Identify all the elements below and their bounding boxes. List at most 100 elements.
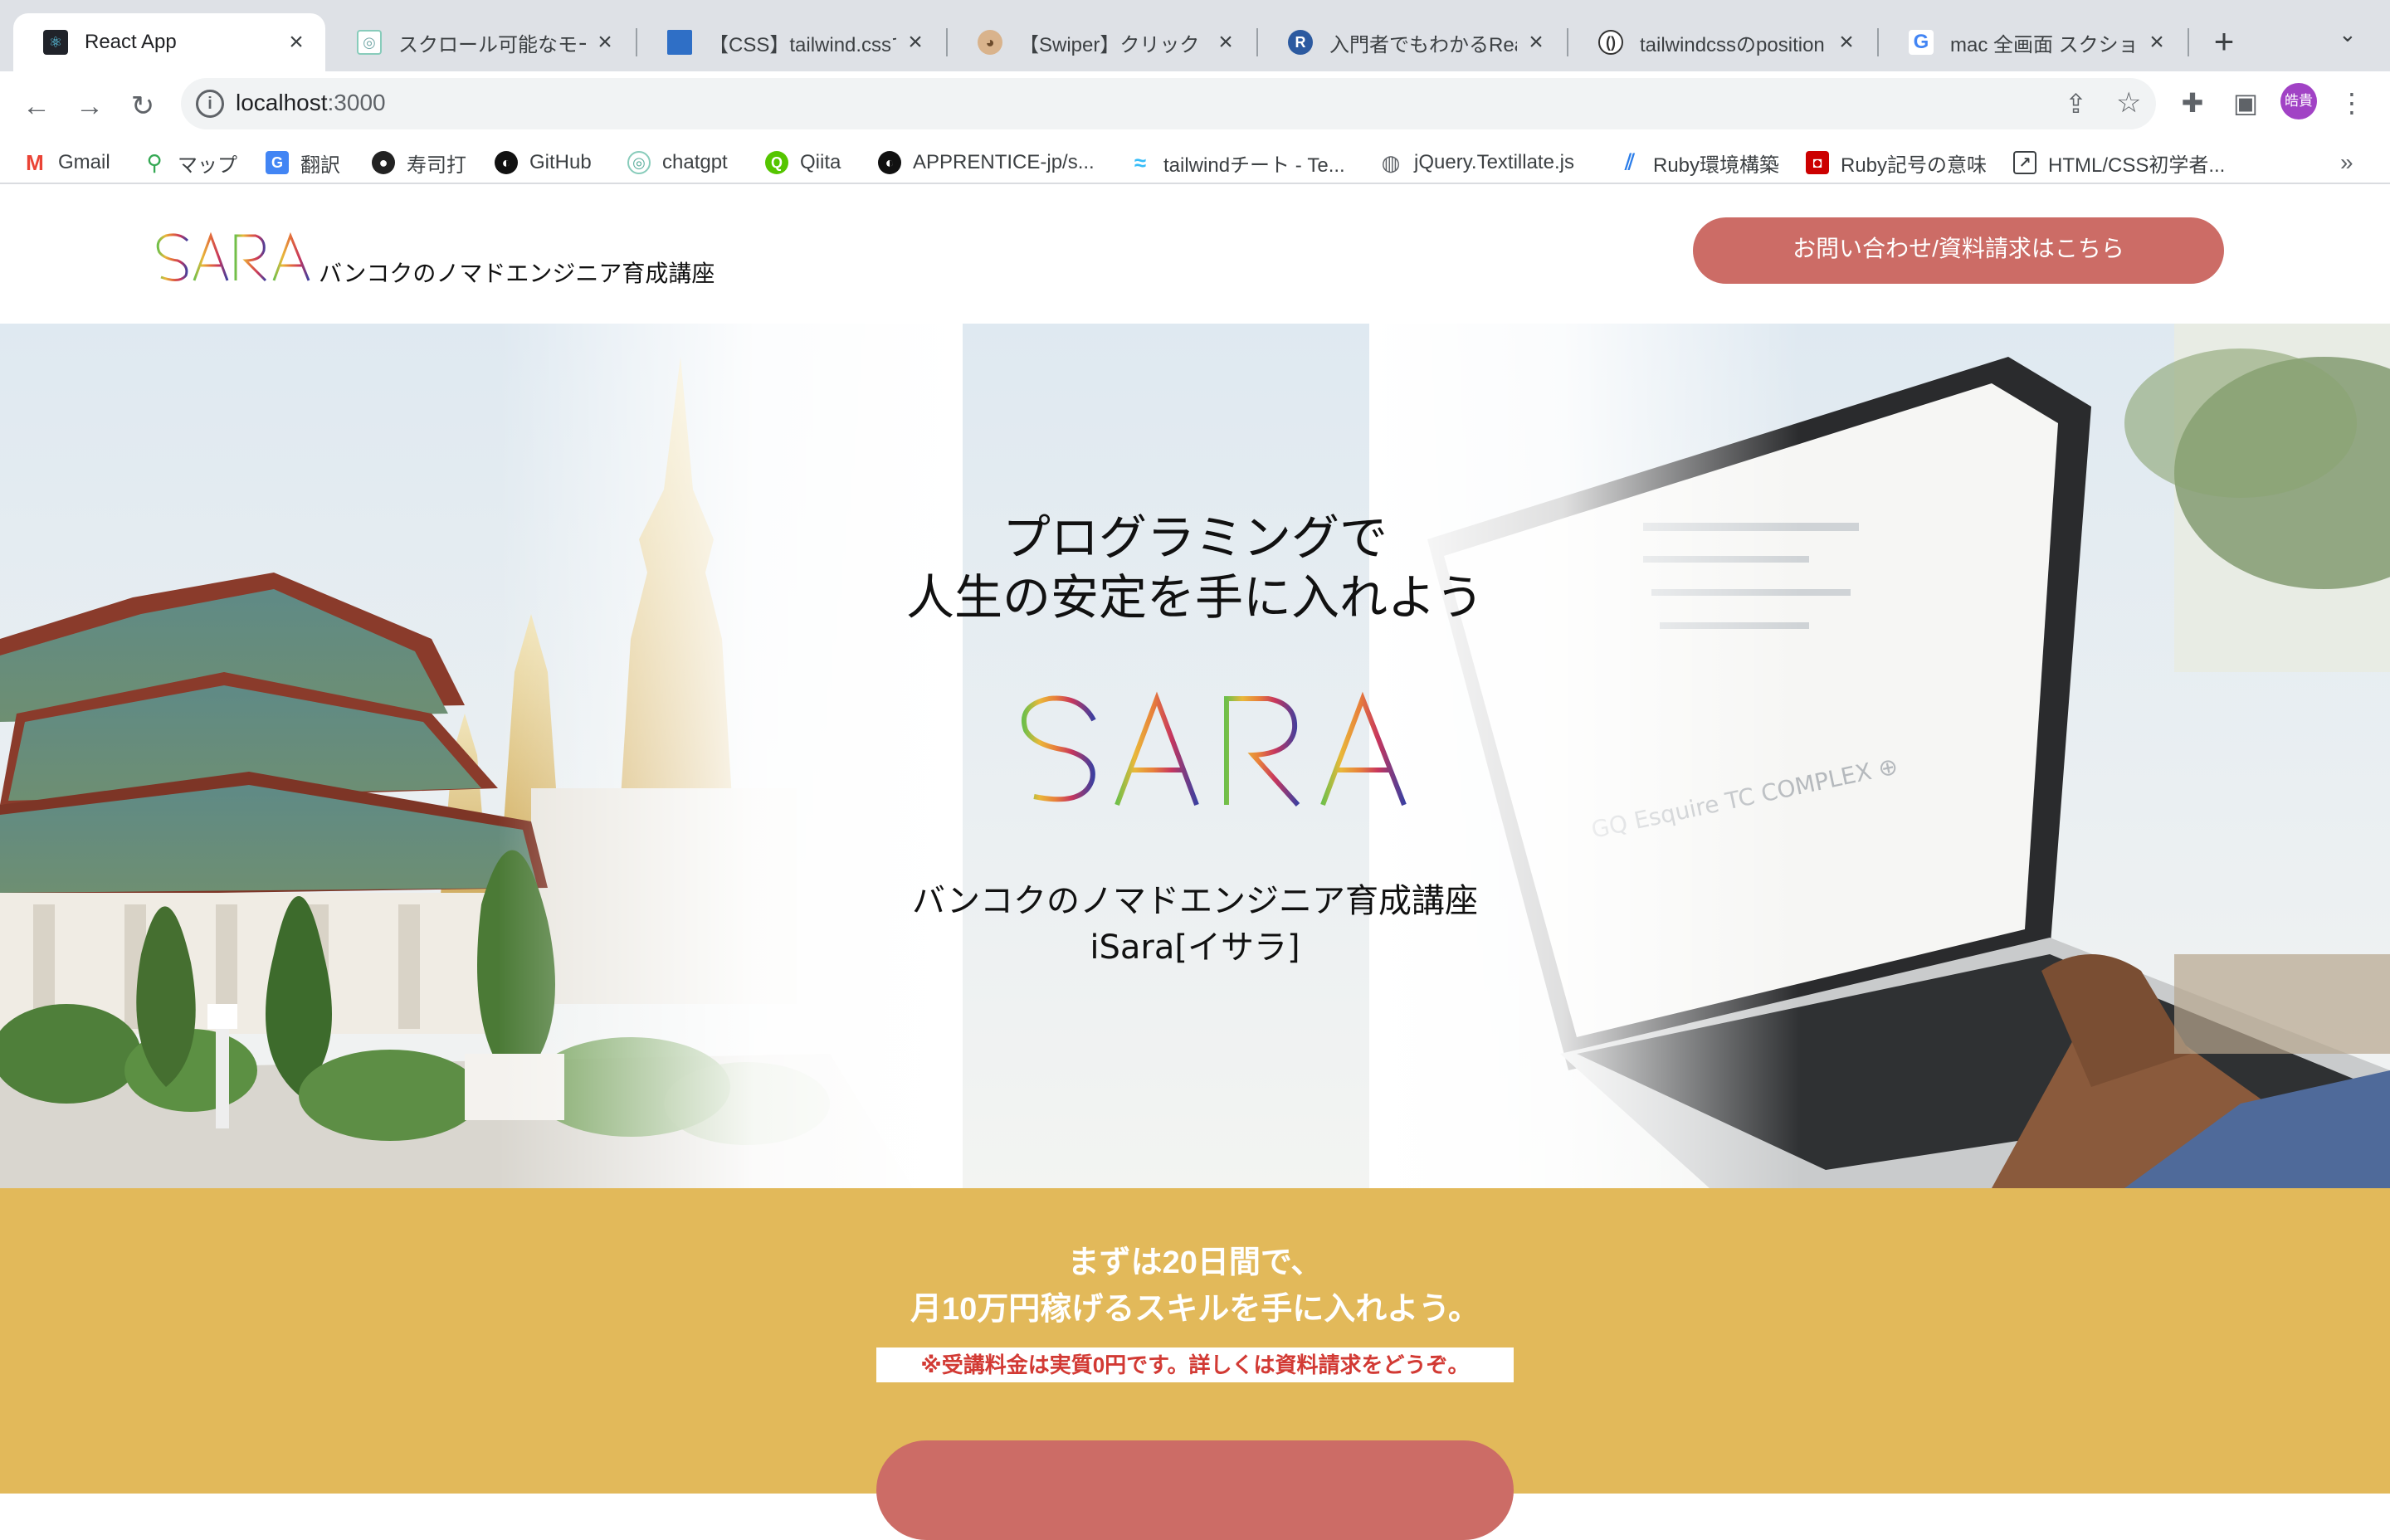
bookmark-chatgpt[interactable]: ◎ chatgpt	[627, 136, 728, 189]
header-tagline: バンコクのノマドエンジニア育成講座	[319, 261, 715, 286]
promo-title-line1: まずは20日間で、	[1067, 1245, 1323, 1280]
close-icon[interactable]: ×	[284, 28, 309, 56]
extensions-puzzle-icon[interactable]: ✚	[2174, 85, 2211, 121]
github-icon: ◐	[878, 151, 901, 174]
side-panel-icon[interactable]: ▣	[2227, 85, 2264, 121]
tab-tailwind-position[interactable]: () tailwindcssのposition ×	[1568, 13, 1875, 71]
bookmark-label: APPRENTICE-jp/s...	[913, 151, 1095, 173]
bookmark-ruby-symbols[interactable]: ◘ Ruby記号の意味	[1806, 136, 1987, 189]
bookmark-label: Gmail	[58, 151, 110, 173]
gmail-icon: M	[26, 149, 44, 175]
tab-react-app[interactable]: ⚛ React App ×	[13, 13, 325, 71]
promo-title: まずは20日間で、 月10万円稼げるスキルを手に入れよう。	[0, 1240, 2390, 1333]
bookmark-label: 寿司打	[407, 154, 466, 177]
tab-title: tailwindcssのposition	[1640, 33, 1825, 56]
tuition-note: ※受講料金は実質0円です。詳しくは資料請求をどうぞ。	[876, 1348, 1514, 1382]
google-icon: G	[1909, 30, 1934, 55]
hero-title-line1: プログラミングで	[1002, 509, 1388, 566]
site-info-icon[interactable]: i	[196, 90, 224, 118]
tab-tailwind-css[interactable]: 【CSS】tailwind.cssで ×	[637, 13, 944, 71]
ruby-book-icon: ◘	[1806, 151, 1829, 174]
close-icon[interactable]: ×	[2144, 28, 2169, 56]
tab-title: 入門者でもわかるReact	[1329, 33, 1517, 56]
kebab-menu-icon[interactable]: ⋮	[2334, 85, 2370, 121]
tab-modal-chatgpt[interactable]: ◎ スクロール可能なモーダ ×	[327, 13, 634, 71]
contact-request-button[interactable]: お問い合わせ/資料請求はこちら	[1693, 217, 2224, 284]
back-arrow-icon[interactable]: ←	[17, 86, 56, 126]
bookmark-apprentice[interactable]: ◐ APPRENTICE-jp/s...	[878, 136, 1095, 189]
bookmark-label: tailwindチート - Te...	[1163, 154, 1345, 177]
bookmark-sushida[interactable]: ● 寿司打	[372, 136, 466, 189]
bookmarks-bar: M Gmail ⚲ マップ G 翻訳 ● 寿司打 ◐ GitHub ◎ chatgpt QQ…	[0, 136, 2390, 189]
bookmark-ruby-setup[interactable]: ⫽ Ruby環境構築	[1618, 136, 1779, 189]
new-tab-plus-icon[interactable]: +	[2207, 18, 2241, 65]
tab-title: 【Swiper】クリック・フ	[1019, 33, 1207, 56]
bookmark-label: jQuery.Textillate.js	[1414, 151, 1574, 173]
tab-search-chevron-down-icon[interactable]: ⌄	[2339, 22, 2357, 47]
blog-avatar-icon: ◕	[978, 30, 1002, 55]
site-header: バンコクのノマドエンジニア育成講座 お問い合わせ/資料請求はこちら	[0, 184, 2390, 324]
chatgpt-icon: ◎	[357, 30, 382, 55]
bookmark-label: Qiita	[800, 151, 841, 173]
bookmark-gmail[interactable]: M Gmail	[23, 136, 110, 189]
bookmark-qiita[interactable]: Q Qiita	[765, 136, 841, 189]
bookmarks-more-chevron-icon[interactable]: »	[2340, 149, 2353, 176]
tab-swiper[interactable]: ◕ 【Swiper】クリック・フ ×	[948, 13, 1255, 71]
bookmark-html-css[interactable]: ↗ HTML/CSS初学者...	[2013, 136, 2225, 189]
browser-toolbar: ← → ↻ i localhost:3000 ⇪ ☆ ✚ ▣ 皓貴 ⋮ M Gma…	[0, 71, 2390, 197]
bookmark-github[interactable]: ◐ GitHub	[495, 136, 592, 189]
hero-section: GQ Esquire TC COMPLEX ⊕ プログラミングで 人生の安定を手…	[0, 324, 2390, 1188]
r-logo-icon: R	[1288, 30, 1313, 55]
chatgpt-icon: ◎	[627, 151, 651, 174]
hero-subtitle: バンコクのノマドエンジニア育成講座 iSara[イサラ]	[0, 878, 2390, 971]
bookmark-label: chatgpt	[662, 151, 728, 173]
close-icon[interactable]: ×	[1524, 28, 1549, 56]
hero-logo-mark	[982, 689, 1407, 807]
globe-icon: ◍	[1381, 149, 1401, 175]
bookmark-label: マップ	[178, 154, 237, 177]
tab-separator	[2188, 28, 2189, 56]
isara-logo[interactable]	[139, 217, 314, 284]
close-icon[interactable]: ×	[593, 28, 617, 56]
hero-title: プログラミングで 人生の安定を手に入れよう	[0, 508, 2390, 627]
external-link-icon: ↗	[2013, 151, 2036, 174]
tab-react-intro[interactable]: R 入門者でもわかるReact ×	[1258, 13, 1565, 71]
bookmark-star-icon[interactable]: ☆	[2116, 86, 2141, 119]
profile-avatar[interactable]: 皓貴	[2280, 83, 2317, 119]
react-icon: ⚛	[43, 30, 68, 55]
address-url[interactable]: localhost:3000	[236, 90, 386, 116]
bookmark-label: Ruby環境構築	[1653, 154, 1780, 177]
url-host: localhost	[236, 90, 328, 115]
tab-title: mac 全画面 スクショ - G	[1950, 33, 2138, 56]
bookmark-tailwind-cheat[interactable]: ≈ tailwindチート - Te...	[1129, 136, 1345, 189]
bookmark-translate[interactable]: G 翻訳	[266, 136, 340, 189]
forward-arrow-icon[interactable]: →	[70, 86, 110, 126]
bookmark-maps[interactable]: ⚲ マップ	[143, 136, 237, 189]
hero-subtitle-line1: バンコクのノマドエンジニア育成講座	[912, 882, 1478, 920]
hero-title-line2: 人生の安定を手に入れよう	[905, 569, 1484, 626]
tailwind-icon: ≈	[1134, 149, 1147, 175]
promo-cta-button[interactable]	[876, 1440, 1514, 1540]
share-icon[interactable]: ⇪	[2065, 88, 2087, 119]
tab-title: React App	[85, 31, 177, 53]
blue-square-icon	[667, 30, 692, 55]
reload-icon[interactable]: ↻	[123, 86, 163, 126]
close-icon[interactable]: ×	[1834, 28, 1859, 56]
maps-icon: ⚲	[146, 149, 163, 175]
ruby-blog-icon: ⫽	[1625, 149, 1635, 174]
translate-icon: G	[266, 151, 289, 174]
tab-google-search[interactable]: G mac 全画面 スクショ - G ×	[1879, 13, 2186, 71]
close-icon[interactable]: ×	[903, 28, 928, 56]
isara-logo-mark	[141, 224, 310, 282]
url-port: :3000	[327, 90, 386, 115]
github-icon: ◐	[495, 151, 518, 174]
promo-title-line2: 月10万円稼げるスキルを手に入れよう。	[910, 1292, 1480, 1327]
qiita-icon: ()	[1598, 30, 1623, 55]
close-icon[interactable]: ×	[1213, 28, 1238, 56]
address-bar[interactable]: i localhost:3000 ⇪ ☆	[181, 78, 2156, 129]
bookmark-textillate[interactable]: ◍ jQuery.Textillate.js	[1379, 136, 1574, 189]
bookmark-label: HTML/CSS初学者...	[2048, 154, 2226, 177]
promo-section: まずは20日間で、 月10万円稼げるスキルを手に入れよう。 ※受講料金は実質0円…	[0, 1188, 2390, 1540]
browser-tabstrip: ⚛ React App × ◎ スクロール可能なモーダ × 【CSS】tailw…	[0, 0, 2390, 71]
sushi-icon: ●	[372, 151, 395, 174]
